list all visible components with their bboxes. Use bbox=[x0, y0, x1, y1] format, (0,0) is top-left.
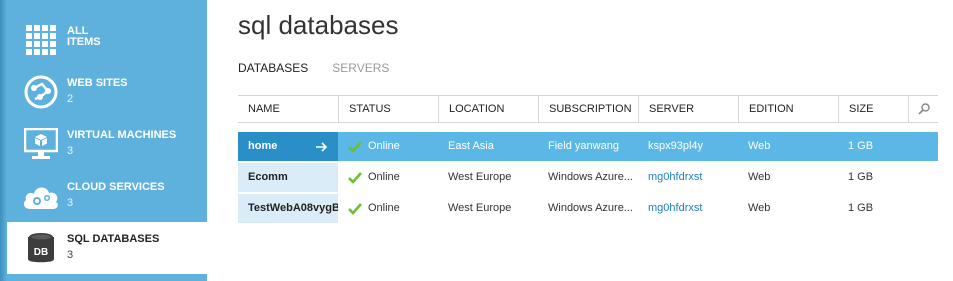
server-link[interactable]: mg0hfdrxst bbox=[648, 202, 702, 214]
sidebar-bottom-strip bbox=[7, 274, 207, 281]
server-link[interactable]: mg0hfdrxst bbox=[648, 171, 702, 183]
cell-edition: Web bbox=[748, 202, 771, 214]
online-check-icon bbox=[348, 140, 362, 153]
cell-edition: Web bbox=[748, 140, 771, 152]
cell-size: 1 GB bbox=[848, 171, 874, 183]
online-check-icon bbox=[348, 171, 362, 184]
nav-item-sql-databases[interactable]: DB SQL DATABASES 3 bbox=[7, 222, 207, 274]
sql-db-icon-label: DB bbox=[34, 247, 48, 258]
nav-label: ITEMS bbox=[67, 36, 101, 48]
cell-status: Online bbox=[338, 163, 438, 192]
status-text: Online bbox=[368, 171, 400, 183]
nav-count: 3 bbox=[67, 145, 74, 157]
cell-status: Online bbox=[338, 132, 438, 161]
cell-status: Online bbox=[338, 194, 438, 223]
column-header-subscription[interactable]: SUBSCRIPTION bbox=[538, 96, 638, 122]
arrow-right-icon[interactable] bbox=[316, 132, 328, 161]
web-sites-icon bbox=[21, 72, 61, 112]
page-title: sql databases bbox=[238, 10, 399, 40]
server-link[interactable]: kspx93pl4y bbox=[648, 140, 703, 152]
sidebar: ALL ITEMS WEB SITES 2 VIRTUAL MACHINES 3… bbox=[0, 0, 207, 281]
cell-location: West Europe bbox=[448, 171, 512, 183]
cell-location: West Europe bbox=[448, 202, 512, 214]
nav-label: SQL DATABASES bbox=[67, 233, 160, 245]
cell-subscription: Windows Azure... bbox=[548, 171, 633, 183]
virtual-machines-icon bbox=[21, 124, 61, 164]
cloud-services-icon bbox=[21, 176, 61, 216]
cell-size: 1 GB bbox=[848, 140, 874, 152]
sql-databases-icon: DB bbox=[21, 228, 61, 268]
nav-label: CLOUD SERVICES bbox=[67, 181, 165, 193]
online-check-icon bbox=[348, 202, 362, 215]
sidebar-edge bbox=[0, 0, 7, 281]
nav-label: WEB SITES bbox=[67, 77, 128, 89]
nav-count: 3 bbox=[67, 249, 74, 261]
cell-size: 1 GB bbox=[848, 202, 874, 214]
all-items-grid-icon bbox=[21, 20, 61, 60]
cell-name[interactable]: TestWebA08vygB1 bbox=[238, 194, 338, 223]
nav-count: 2 bbox=[67, 93, 74, 105]
tab-servers[interactable]: SERVERS bbox=[332, 61, 389, 75]
cell-subscription: Field yanwang bbox=[548, 140, 619, 152]
column-header-name[interactable]: NAME bbox=[238, 96, 338, 122]
cell-server: kspx93pl4y bbox=[638, 132, 738, 161]
cell-subscription: Windows Azure... bbox=[548, 202, 633, 214]
cell-location: East Asia bbox=[448, 140, 494, 152]
cell-server: mg0hfdrxst bbox=[638, 194, 738, 223]
grid-search-button[interactable] bbox=[908, 96, 938, 122]
grid-header: NAME STATUS LOCATION SUBSCRIPTION SERVER… bbox=[238, 95, 938, 123]
column-header-status[interactable]: STATUS bbox=[338, 96, 438, 122]
table-row[interactable]: TestWebA08vygB1 Online West Europe Windo… bbox=[238, 194, 938, 223]
nav-item-web-sites[interactable]: WEB SITES 2 bbox=[7, 66, 207, 118]
tab-bar: DATABASES SERVERS bbox=[238, 61, 413, 75]
tab-databases[interactable]: DATABASES bbox=[238, 61, 308, 75]
column-header-server[interactable]: SERVER bbox=[638, 96, 738, 122]
search-icon bbox=[917, 103, 930, 115]
column-header-location[interactable]: LOCATION bbox=[438, 96, 538, 122]
cell-edition: Web bbox=[748, 171, 771, 183]
table-row[interactable]: home Online East Asia Field yanwang kspx… bbox=[238, 132, 938, 161]
column-header-size[interactable]: SIZE bbox=[838, 96, 908, 122]
cell-name[interactable]: Ecomm bbox=[238, 163, 338, 192]
nav-count: 3 bbox=[67, 197, 74, 209]
status-text: Online bbox=[368, 202, 400, 214]
cell-server: mg0hfdrxst bbox=[638, 163, 738, 192]
nav-item-all-items[interactable]: ALL ITEMS bbox=[7, 14, 207, 66]
table-row[interactable]: Ecomm Online West Europe Windows Azure..… bbox=[238, 163, 938, 192]
nav-item-virtual-machines[interactable]: VIRTUAL MACHINES 3 bbox=[7, 118, 207, 170]
column-header-edition[interactable]: EDITION bbox=[738, 96, 838, 122]
databases-grid: NAME STATUS LOCATION SUBSCRIPTION SERVER… bbox=[238, 95, 938, 223]
status-text: Online bbox=[368, 140, 400, 152]
nav-item-cloud-services[interactable]: CLOUD SERVICES 3 bbox=[7, 170, 207, 222]
nav-label: VIRTUAL MACHINES bbox=[67, 129, 177, 141]
